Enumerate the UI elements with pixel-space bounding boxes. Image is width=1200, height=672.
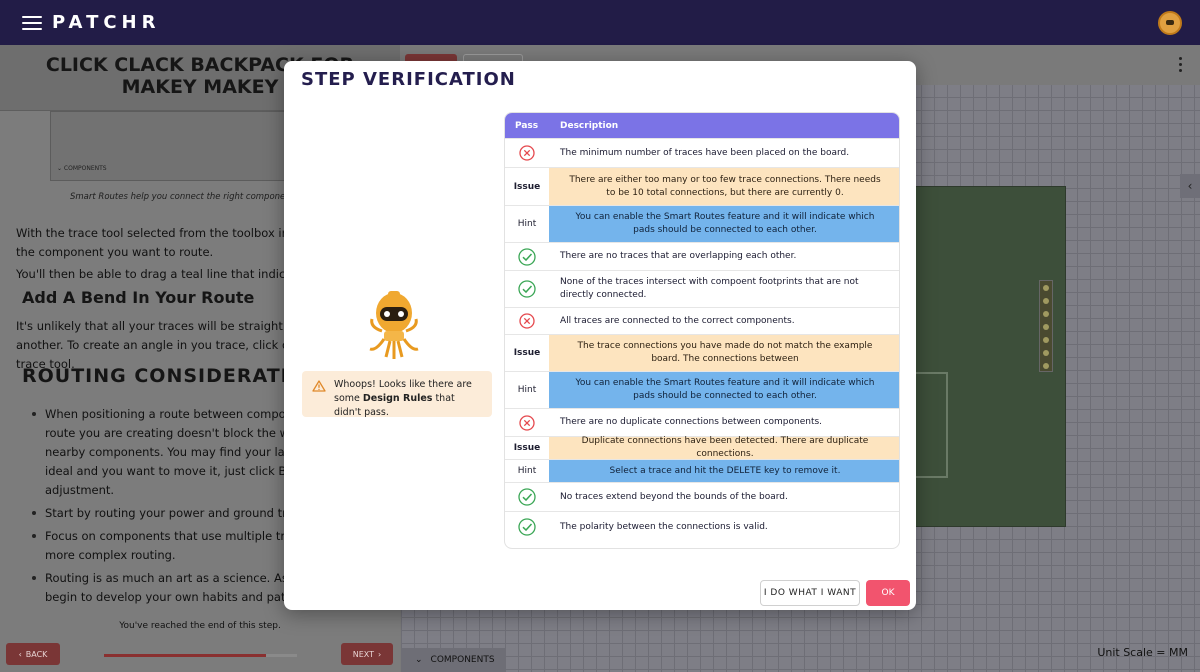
header-pins[interactable] (1039, 280, 1053, 372)
rule-description: There are no duplicate connections betwe… (560, 417, 823, 427)
back-button[interactable]: ‹ BACK (6, 643, 60, 665)
issue-message: There are either too many or too few tra… (549, 168, 899, 205)
fail-icon (505, 139, 549, 167)
issue-message: Duplicate connections have been detected… (549, 436, 899, 459)
pass-check-icon (505, 243, 549, 270)
issue-label: Issue (513, 181, 541, 192)
rule-description: There are no traces that are overlapping… (560, 251, 797, 261)
table-row: All traces are connected to the correct … (505, 307, 899, 334)
rule-description: All traces are connected to the correct … (560, 315, 795, 326)
hamburger-menu-icon[interactable] (22, 15, 42, 30)
fail-icon (505, 308, 549, 334)
unit-scale: Unit Scale = MM (1097, 646, 1188, 659)
table-row: Issue The trace connections you have made… (505, 334, 899, 371)
components-tab-label: COMPONENTS (430, 655, 495, 665)
user-avatar[interactable] (1158, 11, 1182, 35)
hint-message: You can enable the Smart Routes feature … (549, 206, 899, 242)
components-tab[interactable]: ⌄ COMPONENTS (401, 648, 505, 672)
next-label: NEXT (352, 649, 375, 659)
end-of-step-note: You've reached the end of this step. (119, 621, 281, 631)
pass-check-icon (505, 512, 549, 542)
next-button[interactable]: NEXT › (341, 643, 393, 665)
i-do-what-i-want-button[interactable]: I DO WHAT I WANT (760, 580, 860, 606)
hint-label: Hint (517, 219, 537, 229)
pass-check-icon (505, 271, 549, 307)
rule-description: The polarity between the connections is … (560, 521, 768, 532)
back-label: BACK (25, 649, 48, 659)
hint-label: Hint (517, 385, 537, 395)
table-row: Hint Select a trace and hit the DELETE ke… (505, 459, 899, 482)
robot-mascot-icon (369, 291, 419, 359)
warning-bold-text: Design Rules (362, 393, 433, 404)
table-row: Hint You can enable the Smart Routes feat… (505, 205, 899, 242)
table-row: No traces extend beyond the bounds of th… (505, 482, 899, 511)
progress-bar (104, 654, 297, 657)
pass-check-icon (505, 483, 549, 511)
table-row: Hint You can enable the Smart Routes feat… (505, 371, 899, 408)
issue-message: The trace connections you have made do n… (549, 335, 899, 371)
table-row: The polarity between the connections is … (505, 511, 899, 542)
section-heading: Add A Bend In Your Route (22, 288, 255, 307)
table-row: There are no traces that are overlapping… (505, 242, 899, 270)
fail-icon (505, 409, 549, 436)
table-row: Issue Duplicate connections have been det… (505, 436, 899, 459)
brand-logo: PATCHR (52, 12, 161, 33)
chevron-right-icon: › (378, 649, 382, 659)
thumb-label: ⌄ COMPONENTS (57, 165, 107, 172)
lesson-footer: ‹ BACK NEXT › (0, 635, 400, 672)
more-options-icon[interactable] (1179, 57, 1182, 72)
top-bar: PATCHR (0, 0, 1200, 45)
ok-button[interactable]: OK (866, 580, 910, 606)
design-rules-warning: Whoops! Looks like there are some Design… (302, 371, 492, 418)
warning-icon (312, 380, 326, 392)
issue-label: Issue (513, 348, 541, 358)
table-row: None of the traces intersect with compoe… (505, 270, 899, 307)
table-row: There are no duplicate connections betwe… (505, 408, 899, 436)
chevron-left-icon[interactable]: ‹ (1180, 174, 1200, 198)
hint-message: Select a trace and hit the DELETE key to… (549, 460, 899, 482)
table-row: Issue There are either too many or too fe… (505, 167, 899, 205)
chevron-left-icon: ‹ (18, 649, 22, 659)
column-header-pass: Pass (515, 121, 539, 131)
progress-fill (104, 654, 267, 657)
rule-description: No traces extend beyond the bounds of th… (560, 491, 788, 502)
dialog-title: STEP VERIFICATION (301, 69, 516, 90)
table-header: Pass Description (505, 113, 899, 138)
step-verification-dialog: STEP VERIFICATION Whoops! Looks like the… (284, 61, 916, 610)
table-row: The minimum number of traces have been p… (505, 138, 899, 167)
column-header-description: Description (560, 121, 619, 131)
hint-label: Hint (517, 466, 537, 476)
rule-description: The minimum number of traces have been p… (560, 147, 850, 158)
issue-label: Issue (513, 443, 541, 453)
chevron-down-icon: ⌄ (415, 655, 423, 665)
rule-description: None of the traces intersect with compoe… (560, 277, 859, 300)
hint-message: You can enable the Smart Routes feature … (549, 372, 899, 408)
rules-table: Pass Description The minimum number of t… (504, 112, 900, 549)
